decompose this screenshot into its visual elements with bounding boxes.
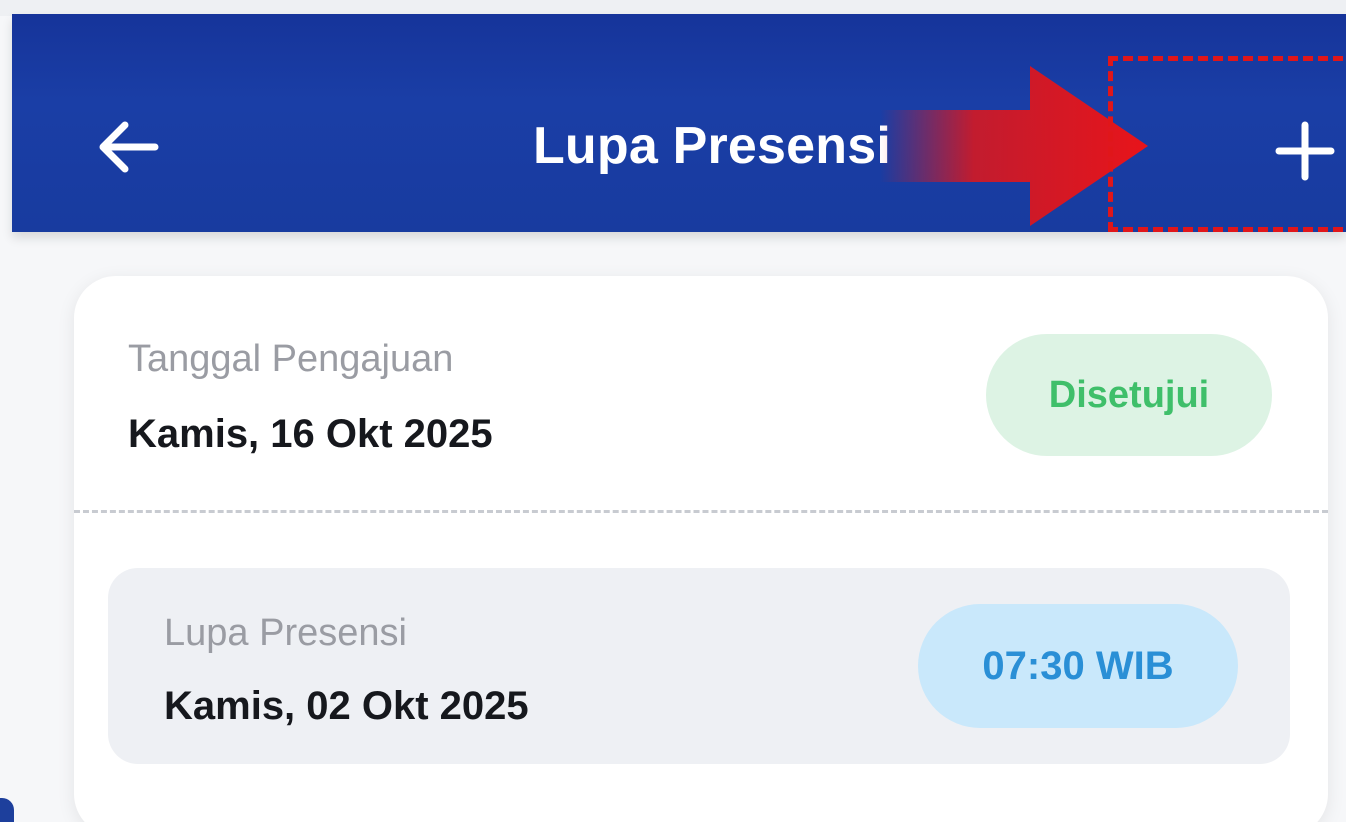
add-button-highlight	[1108, 56, 1346, 232]
detail-date-value: Kamis, 02 Okt 2025	[164, 684, 529, 728]
detail-type-label: Lupa Presensi	[164, 612, 407, 654]
screen: Lupa Presensi Tanggal Pengajuan Kamis, 1…	[0, 0, 1346, 822]
corner-element	[0, 798, 14, 822]
submission-date-value: Kamis, 16 Okt 2025	[128, 412, 493, 456]
back-button[interactable]	[82, 102, 172, 192]
submission-card[interactable]: Tanggal Pengajuan Kamis, 16 Okt 2025 Dis…	[74, 276, 1328, 822]
arrow-left-icon	[99, 121, 159, 173]
card-divider	[74, 510, 1328, 513]
submission-date-label: Tanggal Pengajuan	[128, 338, 454, 380]
attendance-detail: Lupa Presensi Kamis, 02 Okt 2025 07:30 W…	[108, 568, 1290, 764]
status-badge: Disetujui	[986, 334, 1272, 456]
time-badge: 07:30 WIB	[918, 604, 1238, 728]
